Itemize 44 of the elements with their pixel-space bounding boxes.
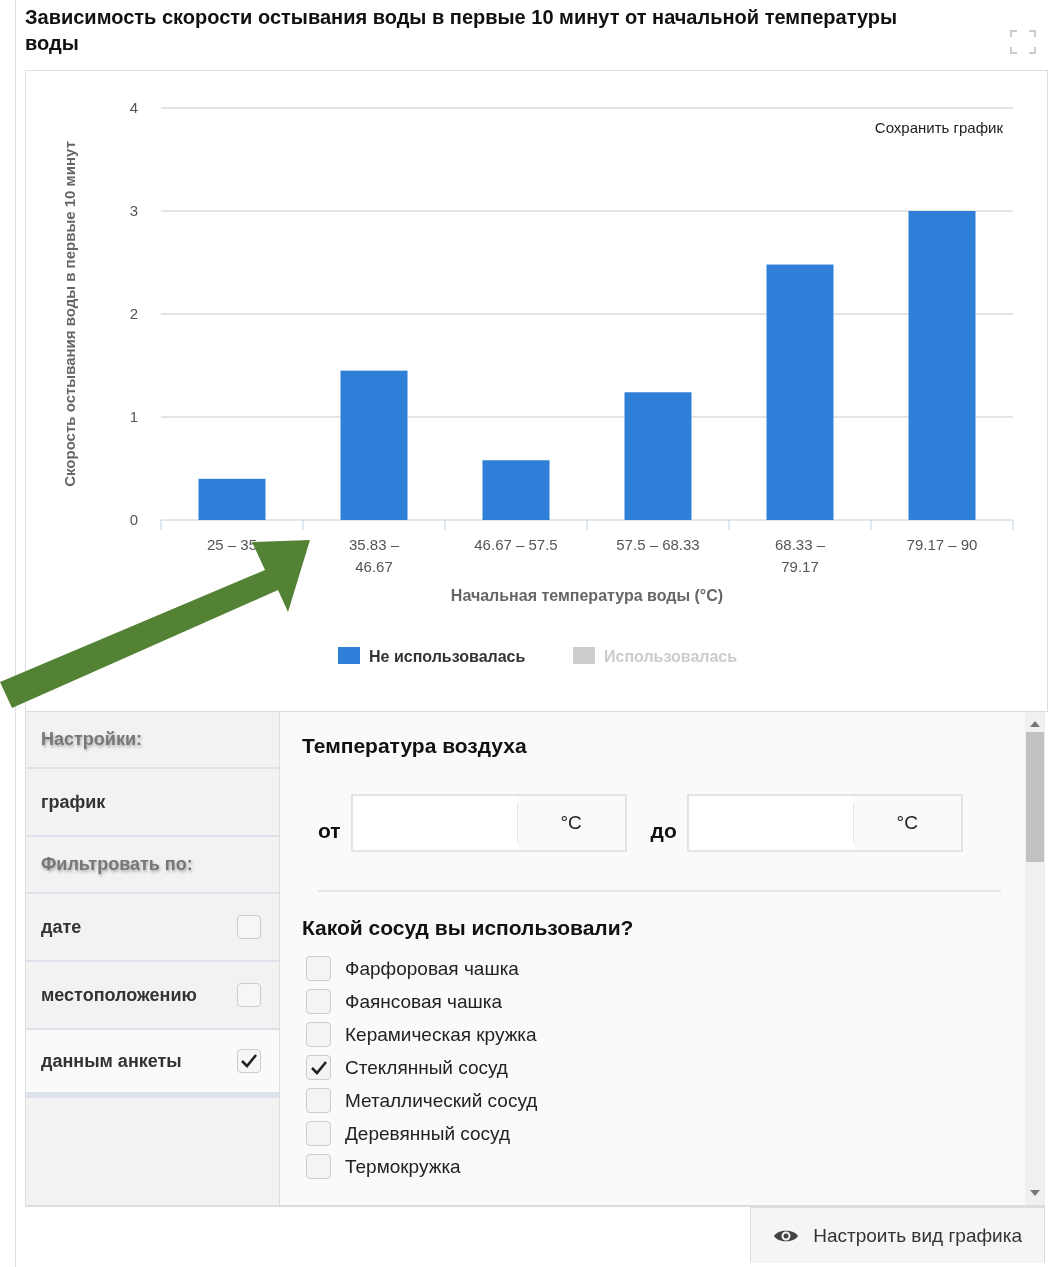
checkbox-option[interactable]: Стеклянный сосуд <box>306 1055 1001 1080</box>
checkbox-option[interactable]: Керамическая кружка <box>306 1022 1001 1047</box>
legend-item[interactable]: Не использовалась <box>338 647 526 665</box>
chart-title: Зависимость скорости остывания воды в первые 10 минут от начальной температуры воды <box>25 5 899 56</box>
y-axis-title: Скорость остывания воды в первые 10 минут <box>61 141 78 487</box>
category-label: 46.67 – 57.5 <box>474 536 558 553</box>
checkbox-option[interactable]: Фаянсовая чашка <box>306 989 1001 1014</box>
fullscreen-icon[interactable] <box>1010 30 1036 54</box>
axis-tick-label: 3 <box>129 202 139 219</box>
temperature-field[interactable]: °C <box>686 794 963 852</box>
scrollbar[interactable] <box>1025 712 1045 1205</box>
x-axis-title: Начальная температура воды (°C) <box>450 587 724 604</box>
checkmark-icon <box>309 1059 328 1076</box>
checkmark-icon <box>240 1053 258 1069</box>
save-chart-link[interactable]: Сохранить график <box>874 119 1003 136</box>
category-label: 57.5 – 68.33 <box>616 536 700 553</box>
configure-chart-button[interactable]: Настроить вид графика <box>750 1207 1045 1263</box>
category-label: 35.83 – 46.67 <box>349 536 399 575</box>
checkbox[interactable] <box>237 1049 261 1073</box>
checkbox-option[interactable]: Металлический сосуд <box>306 1088 1001 1113</box>
section-label: Настройки: <box>41 729 142 750</box>
axis-tick-label: 4 <box>129 99 139 116</box>
axis-tick-label: 1 <box>129 408 139 425</box>
checkbox[interactable] <box>237 983 261 1007</box>
section-heading: Какой сосуд вы использовали? <box>302 916 635 940</box>
sidebar-item[interactable]: дате <box>26 894 279 962</box>
legend-label: Не использовалась <box>369 648 526 665</box>
category-label: 68.33 – 79.17 <box>775 536 825 575</box>
axis-tick-label: 0 <box>129 511 139 528</box>
checkbox-option[interactable]: Фарфоровая чашка <box>306 956 1001 981</box>
field-label: от <box>318 819 341 843</box>
checkbox-option[interactable]: Термокружка <box>306 1154 1001 1179</box>
scrollbar-thumb[interactable] <box>1026 732 1044 862</box>
scroll-up-icon[interactable] <box>1030 720 1040 728</box>
checkbox-option[interactable]: Деревянный сосуд <box>306 1121 1001 1146</box>
temperature-field[interactable]: °C <box>350 794 627 852</box>
section-label: Фильтровать по: <box>41 854 193 875</box>
scroll-down-icon[interactable] <box>1030 1189 1040 1197</box>
checkbox[interactable] <box>237 915 261 939</box>
category-label: 79.17 – 90 <box>906 536 978 553</box>
section-heading: Температура воздуха <box>302 734 528 758</box>
field-label: до <box>650 819 677 843</box>
axis-tick-label: 2 <box>129 305 139 322</box>
sidebar-item[interactable]: данным анкеты <box>26 1030 279 1098</box>
